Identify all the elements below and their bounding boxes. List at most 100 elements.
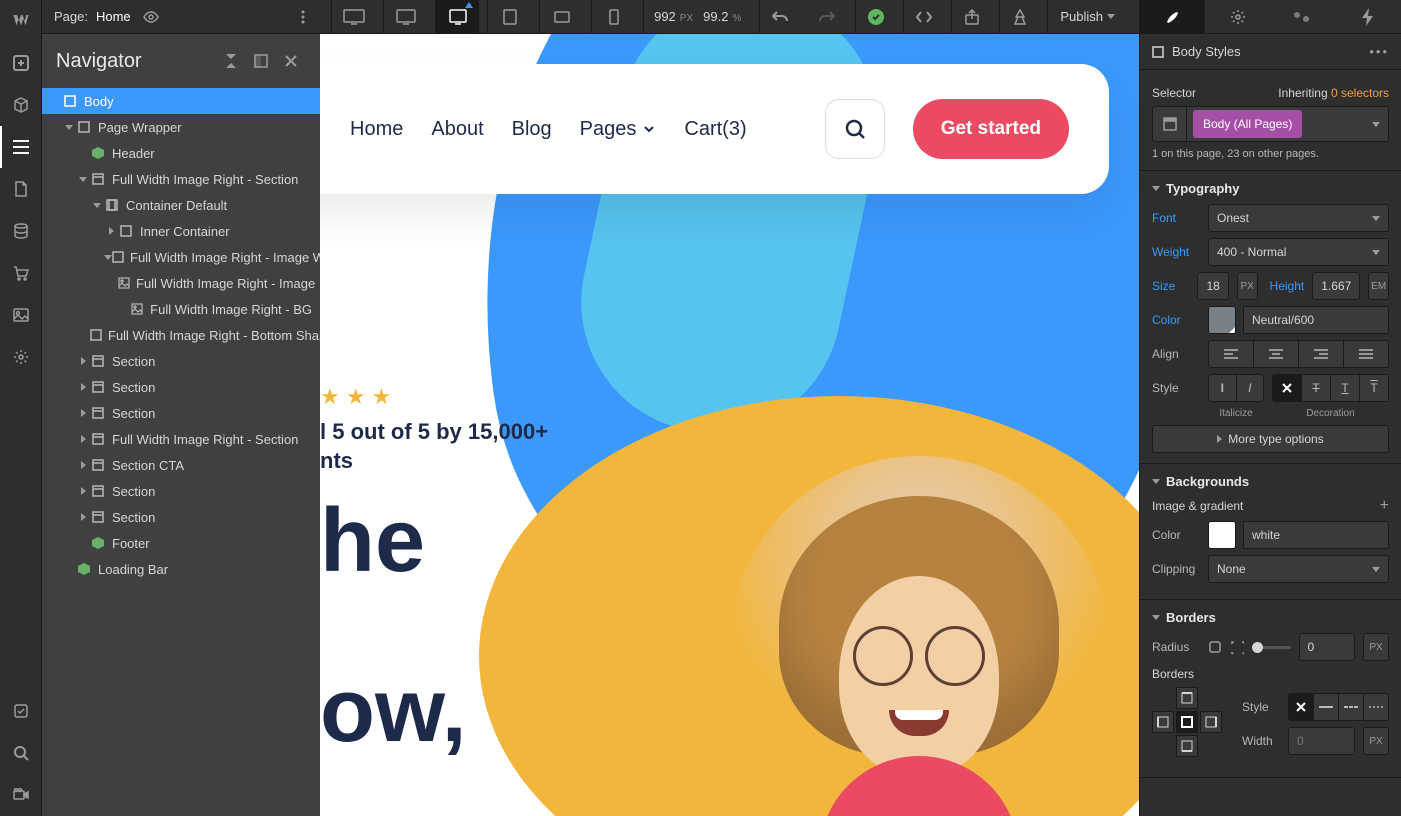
italic-on-icon[interactable]: I: [1237, 374, 1265, 402]
tree-caret-icon[interactable]: [76, 435, 90, 443]
export-icon[interactable]: [951, 0, 991, 34]
tree-row[interactable]: Inner Container: [42, 218, 320, 244]
radius-unit[interactable]: PX: [1363, 633, 1389, 661]
rp-menu-icon[interactable]: •••: [1369, 44, 1389, 59]
tree-caret-icon[interactable]: [76, 357, 90, 365]
more-icon[interactable]: [283, 0, 323, 34]
height-unit[interactable]: EM: [1368, 272, 1389, 300]
border-top[interactable]: [1176, 687, 1198, 709]
ecommerce-icon[interactable]: [0, 252, 41, 294]
tree-row[interactable]: Full Width Image Right - Image Wra: [42, 244, 320, 270]
align-justify-icon[interactable]: [1344, 340, 1389, 368]
font-select[interactable]: Onest: [1208, 204, 1389, 232]
nav-blog[interactable]: Blog: [512, 118, 552, 141]
tree-row[interactable]: Body: [42, 88, 320, 114]
border-bottom[interactable]: [1176, 735, 1198, 757]
nav-cart[interactable]: Cart(3): [684, 118, 746, 141]
tree-row[interactable]: Section: [42, 374, 320, 400]
bp-md-icon[interactable]: [435, 0, 479, 34]
text-color-input[interactable]: Neutral/600: [1243, 306, 1389, 334]
align-left-icon[interactable]: [1208, 340, 1254, 368]
nav-home[interactable]: Home: [350, 118, 403, 141]
tree-row[interactable]: Full Width Image Right - BG: [42, 296, 320, 322]
selector-type-icon[interactable]: [1153, 107, 1187, 141]
zoom-pct[interactable]: 99.2: [703, 0, 728, 34]
italic-off-icon[interactable]: I: [1208, 374, 1237, 402]
close-icon[interactable]: [276, 46, 306, 76]
status-ok-icon[interactable]: [855, 0, 895, 34]
collapse-all-icon[interactable]: [216, 46, 246, 76]
radius-mode-icon[interactable]: [1208, 640, 1222, 654]
bstyle-dashed-icon[interactable]: [1339, 693, 1364, 721]
pages-icon[interactable]: [0, 168, 41, 210]
tree-caret-icon[interactable]: [76, 513, 90, 521]
tree-row[interactable]: Section: [42, 504, 320, 530]
assets-icon[interactable]: [0, 294, 41, 336]
tree-row[interactable]: Section: [42, 348, 320, 374]
tree-row[interactable]: Container Default: [42, 192, 320, 218]
undo-icon[interactable]: [759, 0, 799, 34]
border-all[interactable]: [1176, 711, 1198, 733]
more-type-options[interactable]: More type options: [1152, 425, 1389, 453]
style-tab-icon[interactable]: [1140, 0, 1205, 33]
bstyle-solid-icon[interactable]: [1314, 693, 1339, 721]
align-right-icon[interactable]: [1299, 340, 1344, 368]
tree-caret-icon[interactable]: [76, 461, 90, 469]
bp-lg-icon[interactable]: [383, 0, 427, 34]
components-icon[interactable]: [0, 84, 41, 126]
pin-icon[interactable]: [246, 46, 276, 76]
publish-button[interactable]: Publish: [1047, 0, 1127, 34]
tree-caret-icon[interactable]: [76, 383, 90, 391]
bg-color-input[interactable]: white: [1243, 521, 1389, 549]
tree-row[interactable]: Section CTA: [42, 452, 320, 478]
align-center-icon[interactable]: [1254, 340, 1299, 368]
page-name[interactable]: Home: [96, 9, 131, 24]
get-started-button[interactable]: Get started: [913, 99, 1069, 159]
bg-color-swatch[interactable]: [1208, 521, 1236, 549]
navigator-icon[interactable]: [0, 126, 41, 168]
bstyle-none-icon[interactable]: [1288, 693, 1314, 721]
nav-pages[interactable]: Pages: [580, 118, 657, 141]
redo-icon[interactable]: [807, 0, 847, 34]
canvas[interactable]: Home About Blog Pages Cart(3) Get starte…: [320, 34, 1139, 816]
text-color-swatch[interactable]: [1208, 306, 1236, 334]
tree-row[interactable]: Section: [42, 400, 320, 426]
size-input[interactable]: 18: [1197, 272, 1228, 300]
tree-row[interactable]: Full Width Image Right - Bottom Shap: [42, 322, 320, 348]
video-icon[interactable]: [0, 774, 41, 816]
inheriting-text[interactable]: Inheriting 0 selectors: [1278, 86, 1389, 100]
size-unit[interactable]: PX: [1237, 272, 1258, 300]
audit-icon[interactable]: [0, 690, 41, 732]
deco-strike-icon[interactable]: T: [1302, 374, 1331, 402]
add-bg-icon[interactable]: +: [1380, 497, 1389, 515]
height-input[interactable]: 1.667: [1312, 272, 1360, 300]
tree-caret-icon[interactable]: [62, 125, 76, 130]
border-width-input[interactable]: 0: [1288, 727, 1355, 755]
tree-row[interactable]: Loading Bar: [42, 556, 320, 582]
site-search-button[interactable]: [825, 99, 885, 159]
tree-row[interactable]: Section: [42, 478, 320, 504]
radius-input[interactable]: 0: [1299, 633, 1356, 661]
settings-tab-icon[interactable]: [1205, 0, 1270, 33]
cms-icon[interactable]: [0, 210, 41, 252]
borders-title[interactable]: Borders: [1152, 610, 1389, 625]
radius-split-icon[interactable]: [1230, 640, 1244, 654]
share-icon[interactable]: [999, 0, 1039, 34]
style-manager-tab-icon[interactable]: [1271, 0, 1336, 33]
tree-row[interactable]: Full Width Image Right - Image: [42, 270, 320, 296]
tree-row[interactable]: Header: [42, 140, 320, 166]
add-icon[interactable]: [0, 42, 41, 84]
tree-caret-icon[interactable]: [104, 227, 118, 235]
code-icon[interactable]: [903, 0, 943, 34]
tree-row[interactable]: Full Width Image Right - Section: [42, 166, 320, 192]
tree-caret-icon[interactable]: [90, 203, 104, 208]
weight-select[interactable]: 400 - Normal: [1208, 238, 1389, 266]
bp-xl-icon[interactable]: [331, 0, 375, 34]
tree-row[interactable]: Page Wrapper: [42, 114, 320, 140]
bp-mobile-l-icon[interactable]: [539, 0, 583, 34]
preview-icon[interactable]: [139, 0, 163, 34]
clipping-select[interactable]: None: [1208, 555, 1389, 583]
tree-row[interactable]: Full Width Image Right - Section: [42, 426, 320, 452]
bp-mobile-icon[interactable]: [591, 0, 635, 34]
tree-caret-icon[interactable]: [76, 409, 90, 417]
